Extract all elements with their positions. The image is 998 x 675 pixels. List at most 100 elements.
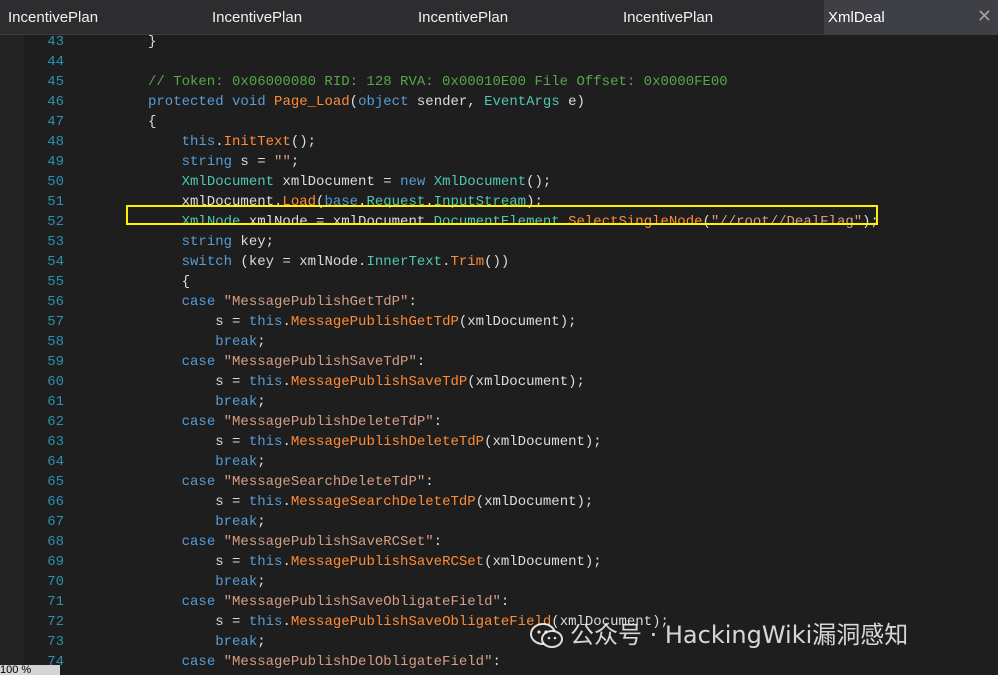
- tab-incentiveplan-3[interactable]: IncentivePlan: [418, 0, 508, 35]
- code-token: Trim: [450, 254, 485, 270]
- line-number: 69: [47, 554, 64, 570]
- code-token: this: [248, 494, 283, 510]
- code-token: "MessagePublishSaveObligateField": [223, 594, 501, 610]
- code-token: MessagePublishSaveObligateField: [290, 614, 552, 630]
- code-token: this: [248, 614, 283, 630]
- line-number: 46: [47, 94, 64, 110]
- code-token: MessagePublishSaveRCSet: [290, 554, 485, 570]
- code-token: .: [282, 554, 291, 570]
- code-token: case: [181, 534, 216, 550]
- code-token: :: [433, 534, 443, 550]
- code-line[interactable]: 61 break;: [0, 392, 998, 412]
- code-line[interactable]: 47 {: [0, 112, 998, 132]
- code-text: break;: [148, 332, 266, 352]
- code-line[interactable]: 60 s = this.MessagePublishSaveTdP(xmlDoc…: [0, 372, 998, 392]
- code-line[interactable]: 66 s = this.MessageSearchDeleteTdP(xmlDo…: [0, 492, 998, 512]
- code-token: MessagePublishDeleteTdP: [290, 434, 485, 450]
- code-token: object: [358, 94, 409, 110]
- code-line[interactable]: 55 {: [0, 272, 998, 292]
- code-token: XmlDocument: [181, 174, 275, 190]
- code-text: case "MessageSearchDeleteTdP":: [148, 472, 434, 492]
- code-text: // Token: 0x06000080 RID: 128 RVA: 0x000…: [148, 72, 728, 92]
- code-line[interactable]: 53 string key;: [0, 232, 998, 252]
- code-line[interactable]: 57 s = this.MessagePublishGetTdP(xmlDocu…: [0, 312, 998, 332]
- code-text: s = this.MessageSearchDeleteTdP(xmlDocum…: [148, 492, 593, 512]
- code-token: s =: [148, 374, 249, 390]
- line-number: 53: [47, 234, 64, 250]
- code-line[interactable]: 68 case "MessagePublishSaveRCSet":: [0, 532, 998, 552]
- code-token: ;: [257, 334, 266, 350]
- close-icon[interactable]: ✕: [977, 0, 992, 35]
- line-number: 65: [47, 474, 64, 490]
- code-line[interactable]: 69 s = this.MessagePublishSaveRCSet(xmlD…: [0, 552, 998, 572]
- tab-xmldeal[interactable]: XmlDeal ✕: [824, 0, 998, 35]
- code-token: switch: [181, 254, 233, 270]
- code-token: void: [232, 94, 266, 110]
- code-token: protected: [148, 94, 224, 110]
- tab-incentiveplan-1[interactable]: IncentivePlan: [8, 0, 98, 35]
- line-number: 45: [47, 74, 64, 90]
- code-token: InnerText: [366, 254, 443, 270]
- code-line[interactable]: 54 switch (key = xmlNode.InnerText.Trim(…: [0, 252, 998, 272]
- code-line[interactable]: 65 case "MessageSearchDeleteTdP":: [0, 472, 998, 492]
- code-token: XmlDocument: [433, 174, 527, 190]
- code-text: break;: [148, 452, 265, 472]
- line-number: 73: [47, 634, 64, 650]
- code-text: case "MessagePublishDeleteTdP":: [148, 412, 442, 432]
- code-line[interactable]: 45 // Token: 0x06000080 RID: 128 RVA: 0x0…: [0, 72, 998, 92]
- code-line[interactable]: 50 XmlDocument xmlDocument = new XmlDocu…: [0, 172, 998, 192]
- code-token: case: [181, 294, 216, 310]
- code-line[interactable]: 44: [0, 52, 998, 72]
- code-token: xmlDocument =: [274, 174, 401, 190]
- tab-incentiveplan-4[interactable]: IncentivePlan: [623, 0, 713, 35]
- code-line[interactable]: 70 break;: [0, 572, 998, 592]
- code-token: (xmlDocument);: [467, 374, 585, 390]
- code-line[interactable]: 71 case "MessagePublishSaveObligateField…: [0, 592, 998, 612]
- code-line[interactable]: 49 string s = "";: [0, 152, 998, 172]
- code-editor[interactable]: 43} 44 45 // Token: 0x06000080 RID: 128 RVA…: [0, 35, 998, 675]
- line-number: 52: [47, 214, 64, 230]
- code-line[interactable]: 48 this.InitText();: [0, 132, 998, 152]
- code-text: case "MessagePublishSaveObligateField":: [148, 592, 510, 612]
- code-line[interactable]: 63 s = this.MessagePublishDeleteTdP(xmlD…: [0, 432, 998, 452]
- line-number: 43: [47, 35, 64, 50]
- code-token: this: [248, 554, 283, 570]
- line-number: 68: [47, 534, 64, 550]
- code-token: Page_Load: [274, 94, 350, 110]
- code-token: "MessagePublishGetTdP": [223, 294, 409, 310]
- code-token: break: [215, 514, 258, 530]
- code-token: (xmlDocument);: [484, 554, 602, 570]
- zoom-level[interactable]: 100 %: [0, 665, 60, 675]
- code-line[interactable]: 62 case "MessagePublishDeleteTdP":: [0, 412, 998, 432]
- code-line[interactable]: 67 break;: [0, 512, 998, 532]
- code-token: break: [215, 574, 258, 590]
- watermark-text: 公众号 · HackingWiki漏洞感知: [570, 621, 909, 649]
- code-line[interactable]: 46 protected void Page_Load(object sender…: [0, 92, 998, 112]
- line-number: 63: [47, 434, 64, 450]
- tab-incentiveplan-2[interactable]: IncentivePlan: [212, 0, 302, 35]
- line-number: 54: [47, 254, 64, 270]
- code-line[interactable]: 56 case "MessagePublishGetTdP":: [0, 292, 998, 312]
- code-text: case "MessagePublishSaveRCSet":: [148, 532, 442, 552]
- code-token: new: [400, 174, 426, 190]
- code-token: string: [181, 154, 233, 170]
- code-line[interactable]: 74 case "MessagePublishDelObligateField"…: [0, 652, 998, 672]
- code-text: break;: [148, 392, 265, 412]
- code-line[interactable]: 43}: [0, 35, 998, 52]
- code-token: (xmlDocument);: [475, 494, 594, 510]
- code-token: :: [492, 654, 501, 670]
- code-token: this: [248, 374, 283, 390]
- highlight-box: [126, 205, 878, 225]
- code-token: s =: [148, 314, 249, 330]
- code-line[interactable]: 58 break;: [0, 332, 998, 352]
- code-line[interactable]: 59 case "MessagePublishSaveTdP":: [0, 352, 998, 372]
- code-line[interactable]: 64 break;: [0, 452, 998, 472]
